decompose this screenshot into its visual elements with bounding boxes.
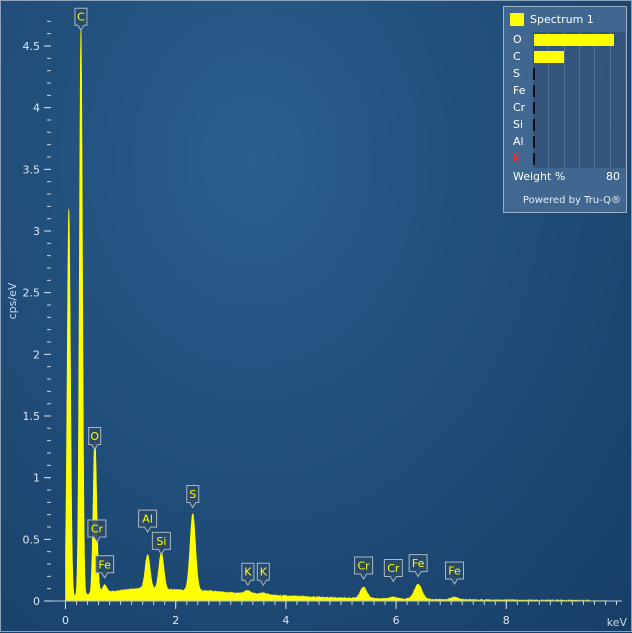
legend-element-label: C bbox=[513, 50, 521, 63]
peak-label: K bbox=[244, 566, 252, 579]
legend-element-label: S bbox=[513, 67, 520, 80]
powered-by-text: Powered by Tru-Q® bbox=[522, 195, 621, 206]
legend-element-row: C bbox=[504, 49, 628, 66]
y-tick-label: 2.5 bbox=[23, 287, 41, 300]
peak-label: O bbox=[90, 430, 99, 443]
y-tick-label: 0.5 bbox=[23, 533, 41, 546]
peak-label: Al bbox=[142, 513, 153, 526]
legend-weight-bar bbox=[533, 153, 535, 165]
peak-label: Fe bbox=[412, 557, 425, 570]
x-tick-label: 0 bbox=[62, 614, 69, 627]
y-tick-label: 1.5 bbox=[23, 410, 41, 423]
legend-element-label: K bbox=[513, 152, 521, 165]
y-tick-label: 3.5 bbox=[23, 163, 41, 176]
legend-element-label: Al bbox=[513, 135, 524, 148]
x-tick-label: 2 bbox=[172, 614, 179, 627]
legend-element-label: Cr bbox=[513, 101, 526, 114]
legend-element-row: Cr bbox=[504, 100, 628, 117]
legend-element-label: Si bbox=[513, 118, 524, 131]
legend-title: Spectrum 1 bbox=[530, 13, 594, 26]
spectrum-chart: 0 0.5 1 1.5 2 2.5 3 3.5 4 4.5 0 2 4 6 8 cps/eV keV C O Cr Fe… bbox=[0, 0, 632, 632]
legend-weight-bar bbox=[533, 68, 535, 80]
legend-weight-bar bbox=[534, 34, 614, 46]
spectrum-legend: Spectrum 1 O C S Fe Cr Si Al K Weight % 80 Powe… bbox=[503, 6, 627, 213]
legend-weight-bar bbox=[533, 102, 535, 114]
y-tick-label: 0 bbox=[33, 595, 40, 608]
x-tick-label: 8 bbox=[503, 614, 510, 627]
legend-element-label: O bbox=[513, 33, 522, 46]
x-tick-label: 4 bbox=[282, 614, 289, 627]
y-tick-label: 2 bbox=[33, 348, 40, 361]
peak-label: Cr bbox=[91, 523, 104, 536]
x-tick-label: 6 bbox=[393, 614, 400, 627]
legend-element-row: Si bbox=[504, 117, 628, 134]
peak-label: Cr bbox=[357, 560, 370, 573]
legend-element-row: S bbox=[504, 66, 628, 83]
peak-label: K bbox=[260, 566, 268, 579]
peak-label: Fe bbox=[98, 558, 111, 571]
peak-label: Si bbox=[156, 535, 166, 548]
peak-label: S bbox=[189, 488, 196, 501]
y-tick-label: 4 bbox=[33, 102, 40, 115]
legend-weight-bar bbox=[533, 85, 535, 97]
legend-axis-label: Weight % bbox=[513, 170, 566, 183]
legend-weight-bar bbox=[534, 51, 564, 63]
x-axis-title: keV bbox=[607, 616, 628, 629]
legend-weight-bar bbox=[533, 136, 535, 148]
y-tick-label: 1 bbox=[33, 472, 40, 485]
y-tick-label: 4.5 bbox=[23, 40, 41, 53]
peak-label: Cr bbox=[387, 562, 400, 575]
legend-axis-max: 80 bbox=[606, 170, 620, 183]
legend-element-row: Fe bbox=[504, 83, 628, 100]
legend-swatch bbox=[510, 13, 524, 26]
legend-element-row: K bbox=[504, 151, 628, 168]
y-axis-title: cps/eV bbox=[6, 282, 19, 319]
legend-element-row: Al bbox=[504, 134, 628, 151]
peak-label: Fe bbox=[448, 564, 461, 577]
peak-label: C bbox=[77, 11, 85, 24]
legend-weight-bar bbox=[533, 119, 535, 131]
legend-element-row: O bbox=[504, 32, 628, 49]
y-tick-label: 3 bbox=[33, 225, 40, 238]
legend-element-label: Fe bbox=[513, 84, 526, 97]
